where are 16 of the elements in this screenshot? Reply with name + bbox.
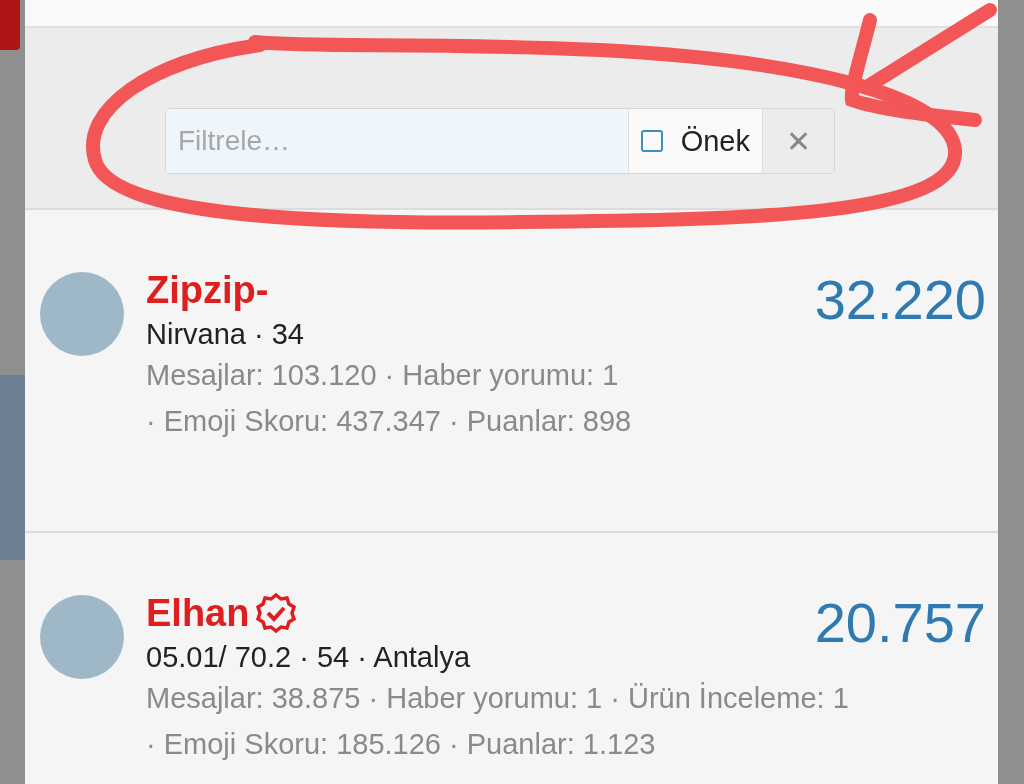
member-name[interactable]: Zipzip- xyxy=(146,268,269,312)
member-stat: · Puanlar: 1.123 xyxy=(449,727,656,762)
member-stat: Mesajlar: 103.120 xyxy=(146,358,377,393)
member-name[interactable]: Elhan xyxy=(146,591,250,635)
member-stat: · Ürün İnceleme: 1 xyxy=(610,681,849,716)
member-score: 20.757 xyxy=(814,593,986,653)
member-stat: · Haber yorumu: 1 xyxy=(368,681,603,716)
member-stat: · Emoji Skoru: 437.347 xyxy=(146,404,441,439)
member-stat: Mesajlar: 38.875 xyxy=(146,681,361,716)
background-page-banner xyxy=(0,0,20,50)
member-stat: · Puanlar: 898 xyxy=(449,404,632,439)
member-stat: · Emoji Skoru: 185.126 xyxy=(146,727,441,762)
member-score: 32.220 xyxy=(814,270,986,330)
member-stat: · Haber yorumu: 1 xyxy=(384,358,619,393)
member-subtitle: 05.01/ 70.2 · 54 · Antalya xyxy=(146,640,471,675)
member-subtitle: Nirvana · 34 xyxy=(146,317,304,352)
